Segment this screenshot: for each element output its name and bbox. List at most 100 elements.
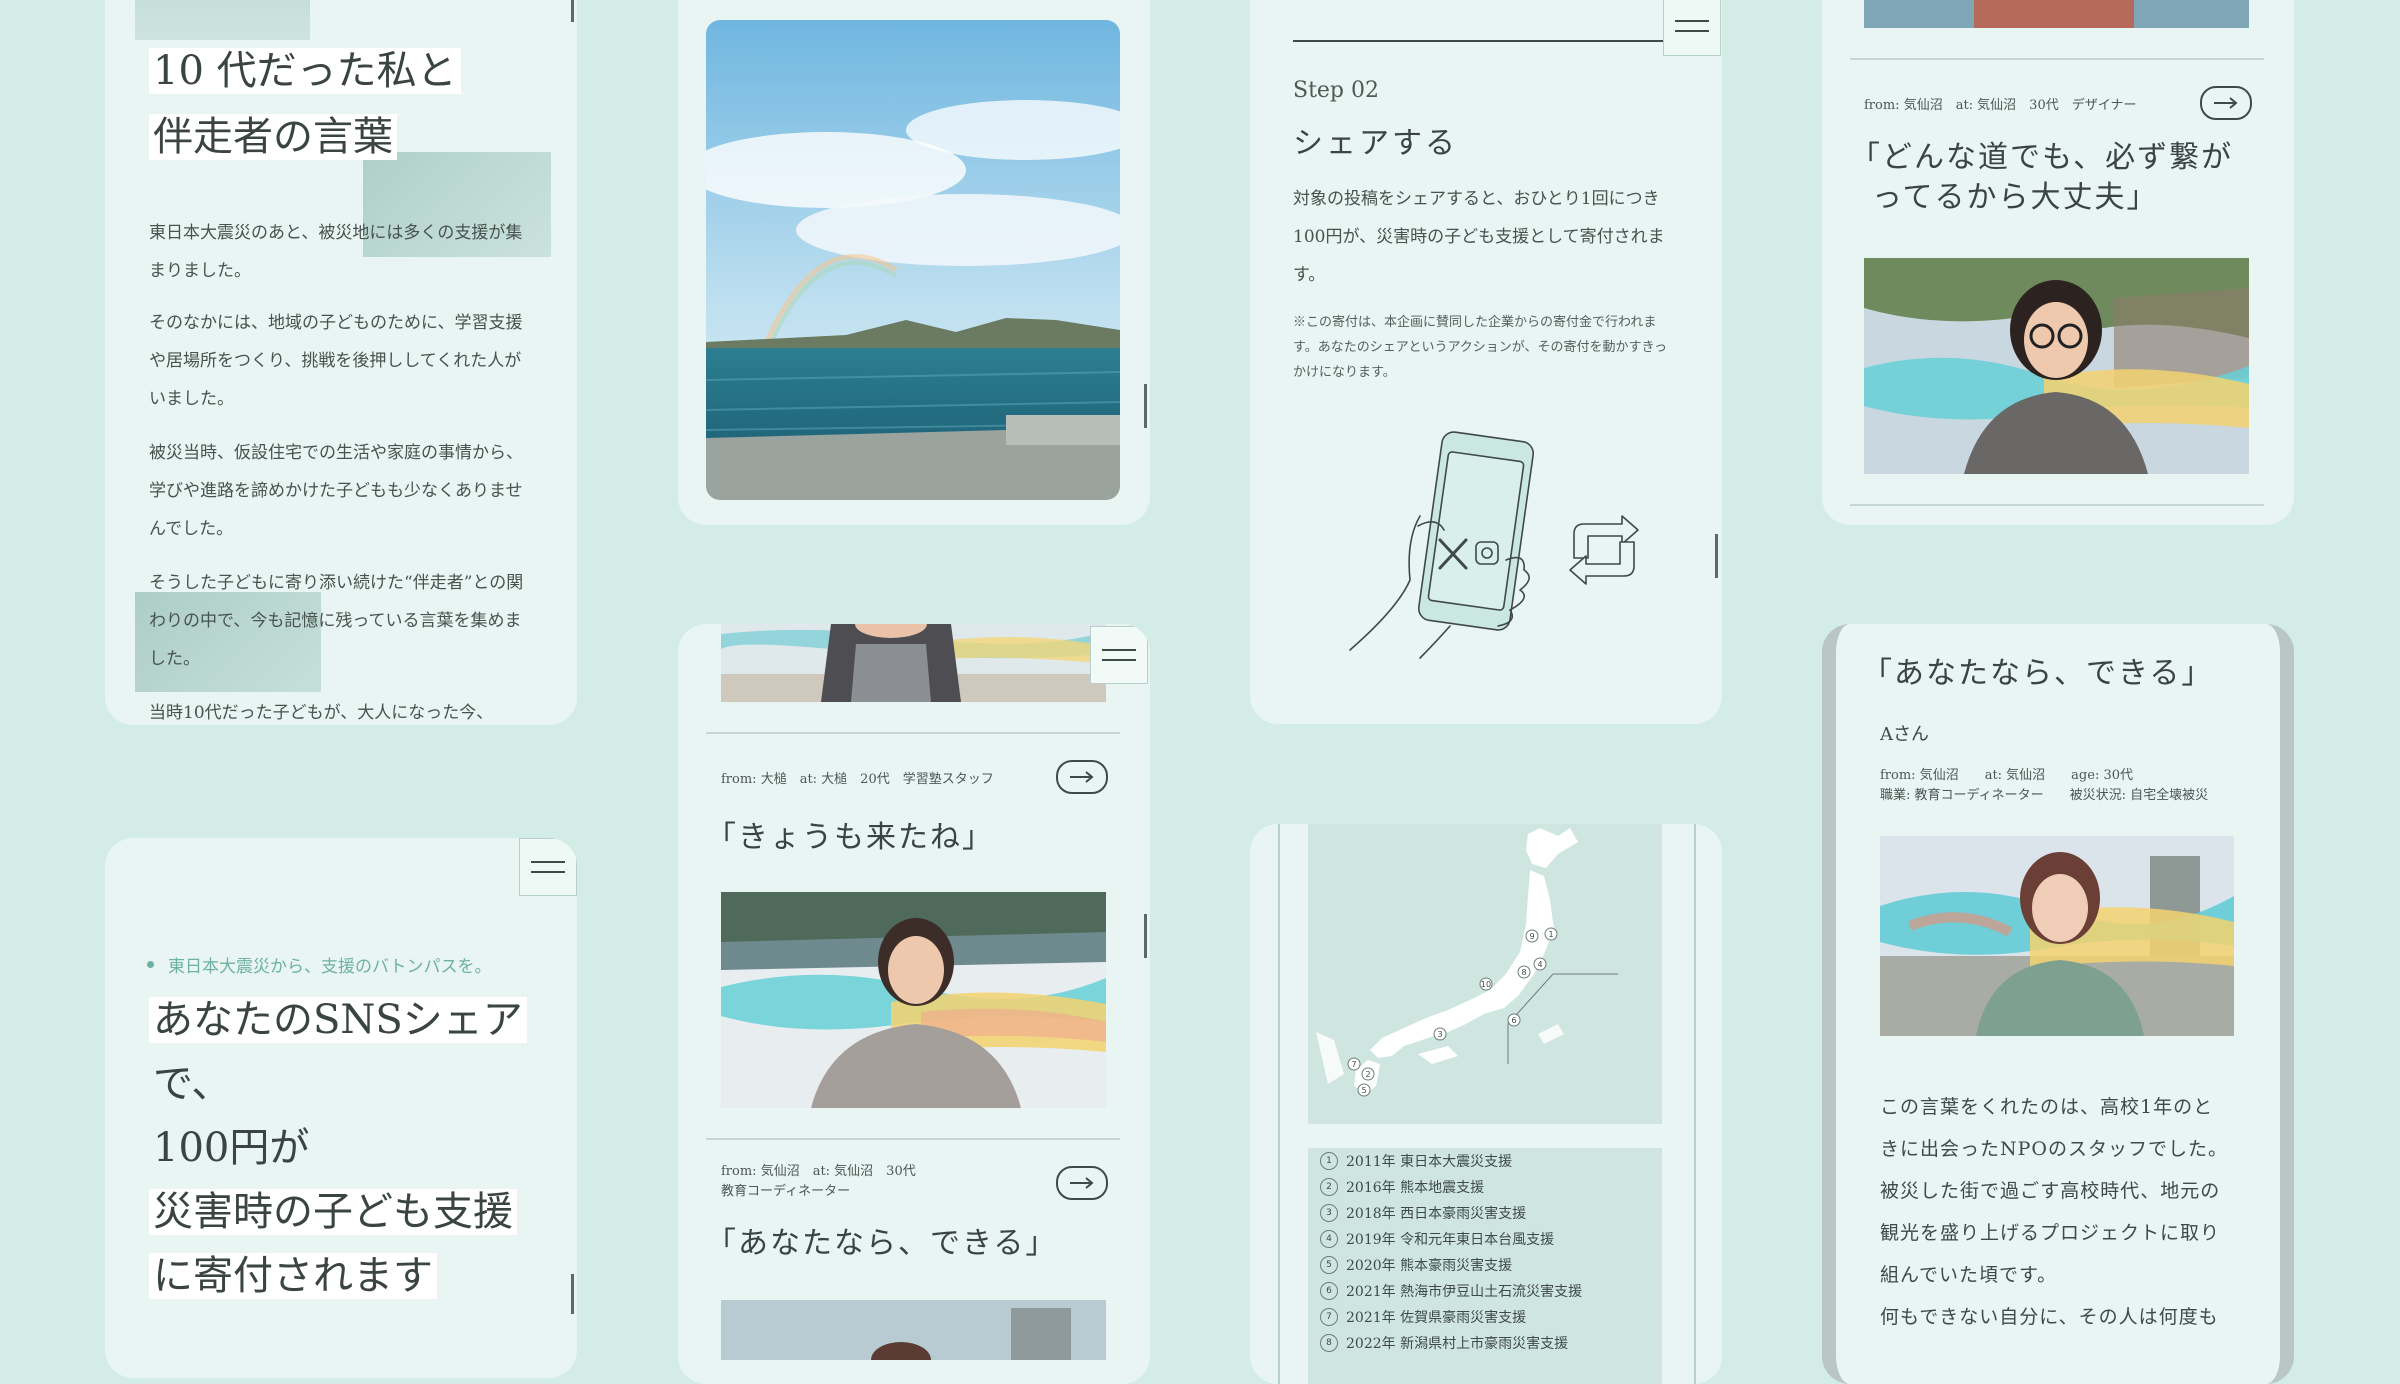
person-name: Aさん: [1880, 724, 1929, 745]
svg-text:3: 3: [1437, 1030, 1442, 1039]
intro-paragraph-3: 被災当時、仮設住宅での生活や家庭の事情から、学びや進路を諦めかけた子どもも少なく…: [149, 443, 523, 539]
quote-title: 「きょうも来たね」: [706, 820, 994, 855]
legend-text: 2021年 佐賀県豪雨災害支援: [1346, 1310, 1527, 1326]
open-quote-button[interactable]: [1056, 1166, 1108, 1200]
quote-line-1: 「どんな道でも、必ず繋が: [1850, 140, 2234, 175]
detail-body: この言葉をくれたのは、高校1年のと きに出会ったNPOのスタッフでした。 被災し…: [1880, 1086, 2260, 1338]
legend-item: 2 2016年 熊本地震支援: [1320, 1174, 1662, 1200]
svg-text:8: 8: [1521, 968, 1526, 977]
title-line-2: 伴走者の言葉: [149, 114, 397, 160]
hamburger-icon: [1675, 20, 1709, 32]
quote-meta: from: 気仙沼 at: 気仙沼 30代 デザイナー: [1864, 98, 2137, 113]
person-photo-2: [721, 892, 1106, 1108]
quote-meta-2-line-2: 教育コーディネーター: [721, 1184, 851, 1199]
legend-number-badge: 8: [1320, 1334, 1338, 1352]
header-line: [1293, 40, 1673, 42]
arrow-right-icon: [1070, 771, 1094, 783]
legend-text: 2020年 熊本豪雨災害支援: [1346, 1258, 1513, 1274]
legend-item: 8 2022年 新潟県村上市豪雨災害支援: [1320, 1330, 1662, 1356]
sea-rainbow-photo: [706, 20, 1120, 500]
step-card: Step 02 シェアする 対象の投稿をシェアすると、おひとり1回につき100円…: [1250, 0, 1722, 724]
legend-number-badge: 2: [1320, 1178, 1338, 1196]
japan-map: 1 2 3 4 5 6 7 8 9 10: [1308, 824, 1662, 1124]
scrollbar[interactable]: [571, 1274, 574, 1314]
share-illustration: [1310, 430, 1670, 660]
legend-item: 5 2020年 熊本豪雨災害支援: [1320, 1252, 1662, 1278]
person-meta-line-2: 職業: 教育コーディネーター 被災状況: 自宅全壊被災: [1880, 788, 2209, 803]
body-line-1: この言葉をくれたのは、高校1年のと: [1880, 1096, 2214, 1118]
detail-quote-title: 「あなたなら、できる」: [1862, 656, 2214, 691]
open-quote-button[interactable]: [1056, 760, 1108, 794]
quotes-list-card: from: 大槌 at: 大槌 20代 学習塾スタッフ 「きょうも来たね」 fr…: [678, 624, 1150, 1384]
legend-text: 2016年 熊本地震支援: [1346, 1180, 1485, 1196]
legend-number-badge: 1: [1320, 1152, 1338, 1170]
headline-line-4: 災害時の子ども支援: [149, 1189, 517, 1235]
scrollbar[interactable]: [1144, 914, 1147, 958]
body-line-4: 観光を盛り上げるプロジェクトに取り: [1880, 1222, 2221, 1244]
collage-photo-top: [135, 0, 310, 40]
support-map-card: 1 2 3 4 5 6 7 8 9 10 1 2011年 東日本大震災支援 2 201…: [1250, 824, 1722, 1384]
legend-item: 7 2021年 佐賀県豪雨災害支援: [1320, 1304, 1662, 1330]
legend-number-badge: 5: [1320, 1256, 1338, 1274]
body-line-2: きに出会ったNPOのスタッフでした。: [1880, 1138, 2228, 1160]
legend-text: 2021年 熱海市伊豆山土石流災害支援: [1346, 1284, 1583, 1300]
scrollbar[interactable]: [1715, 534, 1718, 578]
svg-text:5: 5: [1361, 1086, 1366, 1095]
menu-button[interactable]: [1663, 0, 1721, 56]
body-line-5: 組んでいた頃です。: [1880, 1264, 2058, 1286]
bullet-dot: [147, 961, 154, 968]
divider: [706, 732, 1120, 734]
divider: [706, 1138, 1120, 1140]
quote-meta-2: from: 気仙沼 at: 気仙沼 30代 教育コーディネーター: [721, 1162, 916, 1202]
svg-text:10: 10: [1481, 980, 1491, 989]
legend-item: 6 2021年 熱海市伊豆山土石流災害支援: [1320, 1278, 1662, 1304]
svg-text:4: 4: [1537, 960, 1542, 969]
arrow-right-icon: [1070, 1177, 1094, 1189]
step-description: 対象の投稿をシェアすると、おひとり1回につき100円が、災害時の子ども支援として…: [1293, 189, 1665, 285]
campaign-headline: あなたのSNSシェア で、 100円が 災害時の子ども支援 に寄付されます: [149, 988, 527, 1308]
step-label: Step 02: [1293, 78, 1380, 103]
tagline: 東日本大震災から、支援のバトンパスを。: [147, 952, 492, 977]
page-title: 10 代だった私と 伴走者の言葉: [149, 38, 461, 170]
divider: [1850, 58, 2264, 60]
person-photo-1: [721, 624, 1106, 702]
title-line-1: 10 代だった私と: [149, 48, 461, 94]
menu-button[interactable]: [1090, 626, 1148, 684]
scrollbar[interactable]: [571, 0, 574, 22]
quote-title-2: 「あなたなら、できる」: [706, 1226, 1058, 1261]
svg-text:6: 6: [1511, 1016, 1516, 1025]
landscape-card: [678, 0, 1150, 525]
arrow-right-icon: [2214, 97, 2238, 109]
campaign-card: 東日本大震災から、支援のバトンパスを。 あなたのSNSシェア で、 100円が …: [105, 838, 577, 1378]
quote-title: 「どんな道でも、必ず繋が ってるから大丈夫」: [1850, 138, 2233, 218]
legend-item: 4 2019年 令和元年東日本台風支援: [1320, 1226, 1662, 1252]
intro-paragraph-4: そうした子どもに寄り添い続けた“伴走者”との関わりの中で、今も記憶に残っている言…: [149, 573, 524, 669]
legend-text: 2018年 西日本豪雨災害支援: [1346, 1206, 1527, 1222]
quote-line-2: ってるから大丈夫」: [1872, 180, 2159, 215]
headline-line-1: あなたのSNSシェア: [149, 997, 527, 1043]
person-photo-top: [1864, 0, 2249, 28]
headline-line-3: 100円が: [153, 1125, 310, 1171]
quote-meta: from: 大槌 at: 大槌 20代 学習塾スタッフ: [721, 772, 994, 787]
menu-button[interactable]: [519, 838, 577, 896]
intro-paragraph-2: そのなかには、地域の子どものために、学習支援や居場所をつくり、挑戦を後押ししてく…: [149, 313, 523, 409]
person-photo-designer: [1864, 258, 2249, 474]
intro-paragraph-5: 当時10代だった子どもが、大人になった今、: [149, 703, 494, 723]
quote-card-designer: from: 気仙沼 at: 気仙沼 30代 デザイナー 「どんな道でも、必ず繋が…: [1822, 0, 2294, 525]
legend-item: 3 2018年 西日本豪雨災害支援: [1320, 1200, 1662, 1226]
legend-text: 2022年 新潟県村上市豪雨災害支援: [1346, 1336, 1569, 1352]
hamburger-icon: [531, 861, 565, 873]
legend-number-badge: 4: [1320, 1230, 1338, 1248]
person-meta: from: 気仙沼 at: 気仙沼 age: 30代 職業: 教育コーディネータ…: [1880, 766, 2208, 806]
tagline-text: 東日本大震災から、支援のバトンパスを。: [168, 957, 492, 977]
scrollbar[interactable]: [1144, 384, 1147, 428]
legend-number-badge: 7: [1320, 1308, 1338, 1326]
step-note: ※この寄付は、本企画に賛同した企業からの寄付金で行われます。あなたのシェアという…: [1293, 315, 1668, 380]
quote-detail-card: 「あなたなら、できる」 Aさん from: 気仙沼 at: 気仙沼 age: 3…: [1822, 624, 2294, 1384]
map-legend: 1 2011年 東日本大震災支援 2 2016年 熊本地震支援 3 2018年 西日本豪雨…: [1308, 1148, 1662, 1384]
person-meta-line-1: from: 気仙沼 at: 気仙沼 age: 30代: [1880, 768, 2133, 783]
headline-line-5: に寄付されます: [149, 1253, 437, 1299]
open-quote-button[interactable]: [2200, 86, 2252, 120]
person-photo-detail: [1880, 836, 2234, 1036]
story-intro-card: 10 代だった私と 伴走者の言葉 東日本大震災のあと、被災地には多くの支援が集ま…: [105, 0, 577, 725]
